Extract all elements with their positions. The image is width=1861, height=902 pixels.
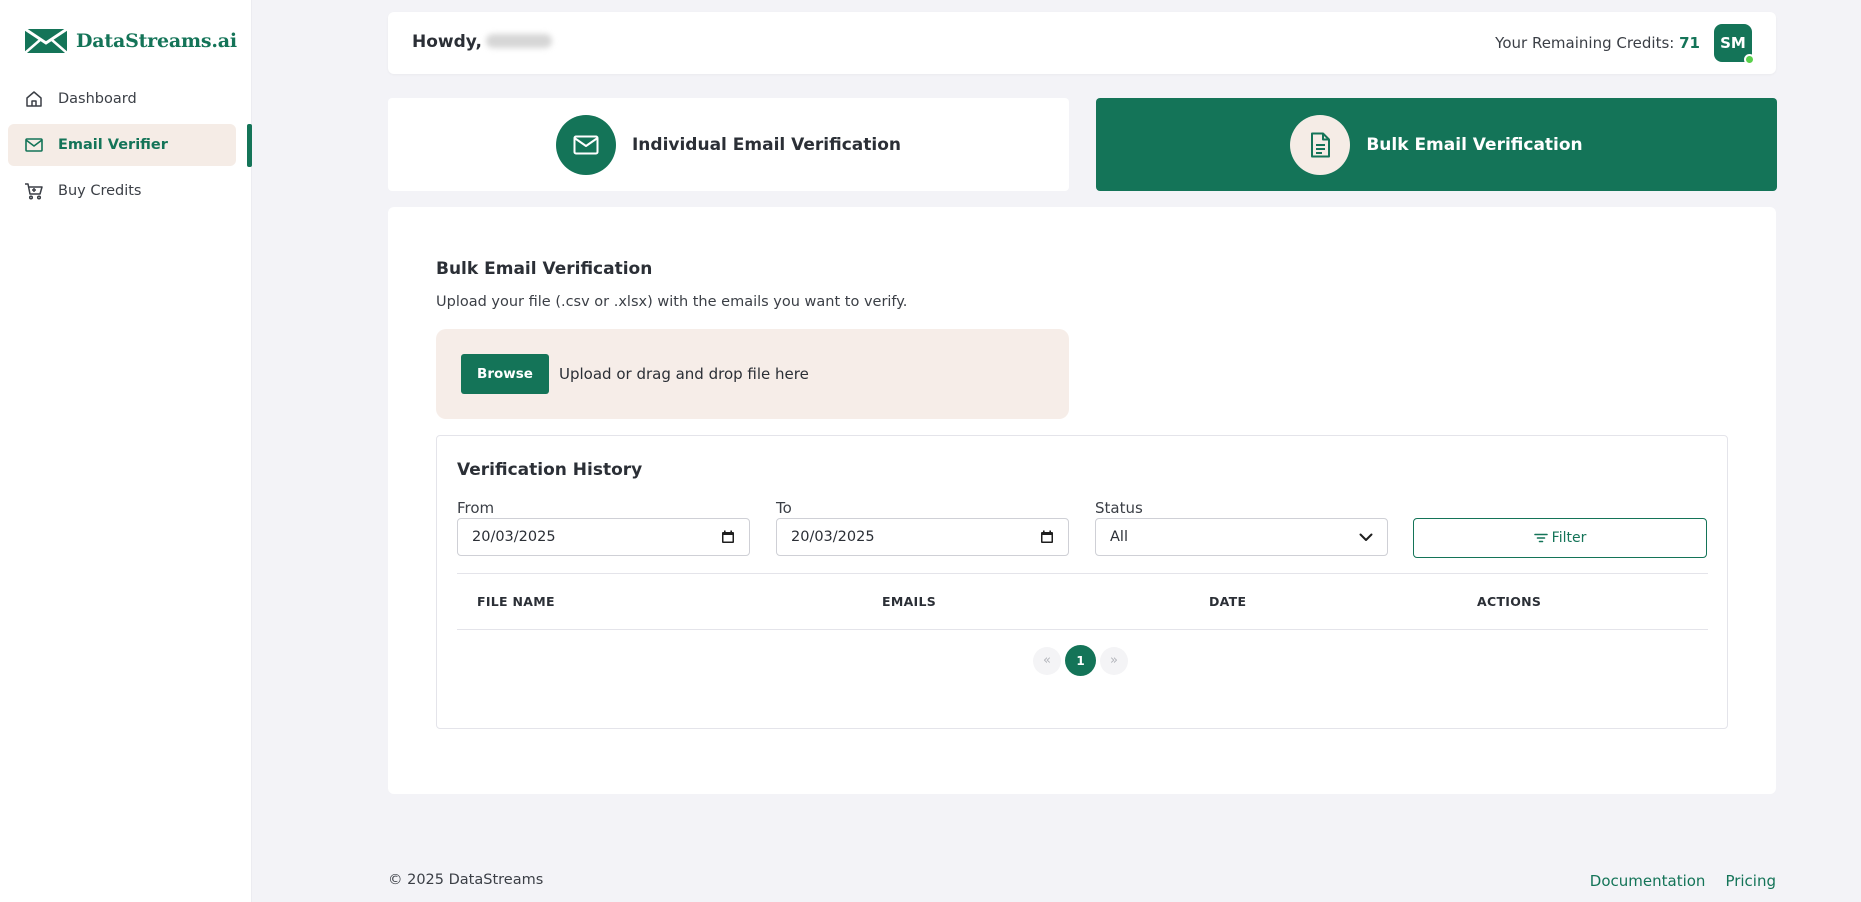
next-page-button[interactable]: » (1100, 646, 1128, 675)
sidebar-item-email-verifier[interactable]: Email Verifier (8, 124, 236, 166)
blurred-user-name (486, 34, 553, 48)
credits-value: 71 (1679, 34, 1700, 52)
avatar-initials: SM (1720, 34, 1746, 52)
sidebar-item-label: Email Verifier (58, 137, 168, 153)
status-select[interactable]: All (1095, 518, 1388, 556)
current-page-button[interactable]: 1 (1065, 645, 1096, 676)
tab-icon-circle (1290, 114, 1351, 175)
sidebar-item-buy-credits[interactable]: Buy Credits (8, 170, 236, 212)
to-label: To (776, 499, 792, 517)
from-label: From (457, 499, 495, 517)
sidebar-item-dashboard[interactable]: Dashboard (8, 78, 236, 120)
filter-button[interactable]: Filter (1413, 518, 1707, 558)
pricing-link[interactable]: Pricing (1725, 872, 1776, 890)
verification-history-panel: Verification History From 20/03/2025 To … (436, 435, 1728, 729)
bulk-verification-card: Bulk Email Verification Upload your file… (388, 207, 1776, 794)
tab-label: Individual Email Verification (631, 134, 902, 155)
section-subtitle: Upload your file (.csv or .xlsx) with th… (436, 294, 908, 310)
sidebar: DataStreams.ai Dashboard Email Verifier … (0, 0, 252, 902)
to-date-input[interactable]: 20/03/2025 (776, 518, 1069, 556)
calendar-icon[interactable] (1040, 530, 1054, 544)
remaining-credits: Your Remaining Credits: 71 (1495, 34, 1700, 52)
greeting-text: Howdy, (412, 32, 483, 52)
file-drop-zone[interactable]: Browse Upload or drag and drop file here (436, 329, 1069, 419)
pagination: « 1 » (1033, 645, 1128, 676)
user-avatar[interactable]: SM (1714, 24, 1755, 65)
mail-icon (24, 135, 44, 155)
envelope-logo-icon (24, 28, 68, 54)
home-icon (24, 89, 44, 109)
credits-label: Your Remaining Credits: (1495, 34, 1675, 52)
column-header-file-name[interactable]: FILE NAME (477, 594, 555, 609)
calendar-icon[interactable] (721, 530, 735, 544)
filter-icon (1533, 533, 1548, 543)
history-title: Verification History (457, 460, 643, 480)
previous-page-button[interactable]: « (1033, 646, 1061, 675)
active-nav-indicator (247, 124, 252, 167)
document-icon (1311, 132, 1331, 157)
column-header-emails[interactable]: EMAILS (882, 594, 936, 609)
tab-icon-circle (555, 114, 616, 175)
status-value: All (1110, 529, 1128, 545)
greeting: Howdy, (412, 32, 553, 52)
upload-hint: Upload or drag and drop file here (559, 365, 809, 383)
column-header-date[interactable]: DATE (1209, 594, 1246, 609)
column-header-actions[interactable]: ACTIONS (1477, 594, 1541, 609)
tab-label: Bulk Email Verification (1366, 134, 1583, 155)
top-header: Howdy, Your Remaining Credits: 71 SM (388, 12, 1776, 74)
tab-individual-email-verification[interactable]: Individual Email Verification (388, 98, 1069, 191)
status-label: Status (1095, 499, 1143, 517)
section-title: Bulk Email Verification (436, 259, 653, 279)
sidebar-item-label: Buy Credits (58, 183, 142, 199)
brand-logo[interactable]: DataStreams.ai (24, 28, 237, 54)
to-date-value: 20/03/2025 (791, 529, 875, 545)
chevron-down-icon (1359, 533, 1373, 541)
tab-bulk-email-verification[interactable]: Bulk Email Verification (1096, 98, 1777, 191)
mail-icon (573, 135, 599, 154)
browse-button[interactable]: Browse (461, 354, 549, 394)
footer-links: Documentation Pricing (1590, 872, 1776, 890)
footer-copyright: © 2025 DataStreams (388, 872, 544, 888)
history-table-header: FILE NAME EMAILS DATE ACTIONS (457, 573, 1708, 630)
sidebar-item-label: Dashboard (58, 91, 137, 107)
cart-icon (24, 181, 44, 201)
brand-name: DataStreams.ai (76, 30, 237, 52)
documentation-link[interactable]: Documentation (1590, 872, 1706, 890)
from-date-input[interactable]: 20/03/2025 (457, 518, 750, 556)
from-date-value: 20/03/2025 (472, 529, 556, 545)
online-status-dot (1744, 54, 1755, 65)
filter-label: Filter (1551, 530, 1587, 546)
